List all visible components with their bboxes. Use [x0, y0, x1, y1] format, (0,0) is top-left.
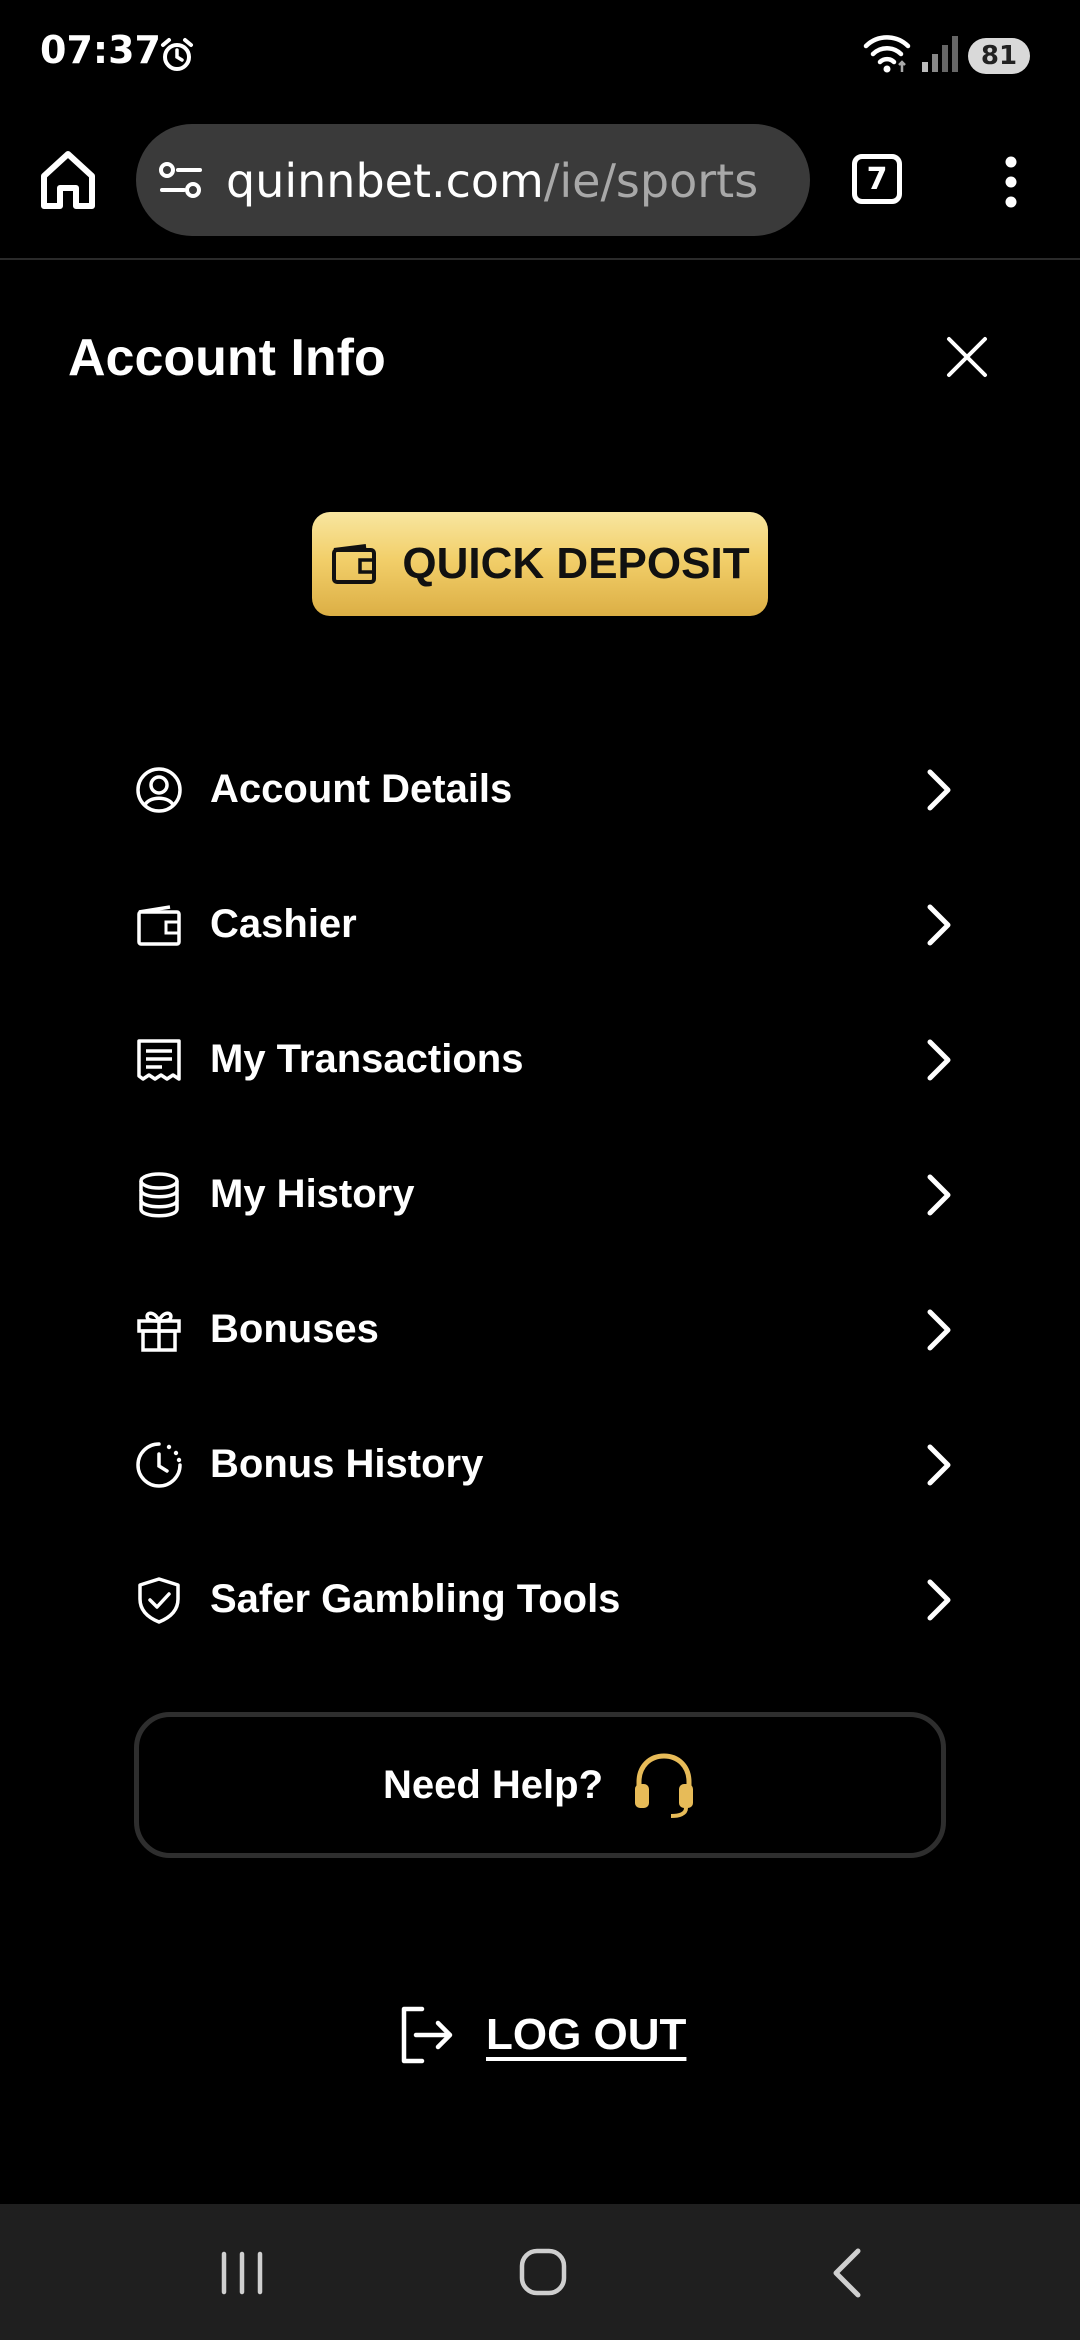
menu-item-label: Cashier — [210, 902, 357, 946]
chevron-right-icon — [927, 904, 951, 945]
url-path: /ie/sports — [543, 154, 759, 208]
site-settings-icon[interactable] — [158, 160, 204, 200]
shield-check-icon — [138, 1576, 180, 1624]
logout-link[interactable]: LOG OUT — [396, 2000, 686, 2070]
browser-toolbar: quinnbet.com/ie/sports 7 — [0, 110, 1080, 260]
chevron-right-icon — [927, 1174, 951, 1215]
menu-item-label: My Transactions — [210, 1037, 524, 1081]
menu-item-label: My History — [210, 1172, 415, 1216]
menu-item-label: Bonuses — [210, 1307, 379, 1351]
url-host: quinnbet.com — [226, 154, 544, 208]
account-menu: Account Details Cashier My Transactions — [134, 722, 954, 1667]
menu-item-bonus-history[interactable]: Bonus History — [134, 1397, 954, 1532]
back-icon[interactable] — [826, 2246, 866, 2300]
menu-item-account-details[interactable]: Account Details — [134, 722, 954, 857]
gift-icon — [137, 1311, 181, 1352]
tab-switcher-button[interactable]: 7 — [852, 154, 902, 204]
status-time: 07:37 — [40, 28, 161, 72]
chevron-right-icon — [927, 1444, 951, 1485]
user-circle-icon — [136, 766, 182, 813]
quick-deposit-button[interactable]: QUICK DEPOSIT — [312, 512, 768, 616]
battery-indicator: 81 — [968, 38, 1030, 74]
screen: 07:37 81 quinnbet.com/ie/sports 7 Accoun… — [0, 0, 1080, 2340]
menu-item-my-transactions[interactable]: My Transactions — [134, 992, 954, 1127]
home-nav-icon[interactable] — [518, 2246, 568, 2298]
menu-item-label: Bonus History — [210, 1442, 484, 1486]
menu-item-bonuses[interactable]: Bonuses — [134, 1262, 954, 1397]
close-icon[interactable] — [944, 334, 990, 380]
chevron-right-icon — [927, 1309, 951, 1350]
wallet-icon — [332, 544, 377, 584]
menu-item-cashier[interactable]: Cashier — [134, 857, 954, 992]
receipt-icon — [137, 1038, 181, 1081]
quick-deposit-label: QUICK DEPOSIT — [402, 539, 750, 588]
menu-item-my-history[interactable]: My History — [134, 1127, 954, 1262]
system-nav-bar — [0, 2204, 1080, 2340]
page-title: Account Info — [68, 329, 386, 387]
chevron-right-icon — [927, 1579, 951, 1620]
alarm-icon — [161, 38, 193, 71]
menu-item-label: Safer Gambling Tools — [210, 1577, 621, 1621]
headset-icon — [635, 1753, 694, 1818]
menu-item-safer-gambling-tools[interactable]: Safer Gambling Tools — [134, 1532, 954, 1667]
chevron-right-icon — [927, 769, 951, 810]
signal-icon — [922, 36, 958, 72]
database-icon — [139, 1171, 179, 1217]
logout-icon — [401, 2006, 453, 2064]
address-bar[interactable]: quinnbet.com/ie/sports — [136, 124, 810, 236]
wifi-icon — [863, 35, 911, 73]
logout-label: LOG OUT — [486, 2010, 687, 2059]
status-bar: 07:37 81 — [0, 0, 1080, 110]
need-help-button[interactable]: Need Help? — [134, 1712, 946, 1858]
recents-icon[interactable] — [218, 2250, 266, 2296]
clock-history-icon — [136, 1441, 182, 1488]
url-text: quinnbet.com/ie/sports — [226, 154, 758, 208]
more-icon[interactable] — [996, 150, 1026, 214]
home-icon[interactable] — [38, 148, 98, 212]
chevron-right-icon — [927, 1039, 951, 1080]
menu-item-label: Account Details — [210, 767, 513, 811]
need-help-label: Need Help? — [382, 1762, 604, 1807]
wallet-icon — [137, 904, 181, 946]
